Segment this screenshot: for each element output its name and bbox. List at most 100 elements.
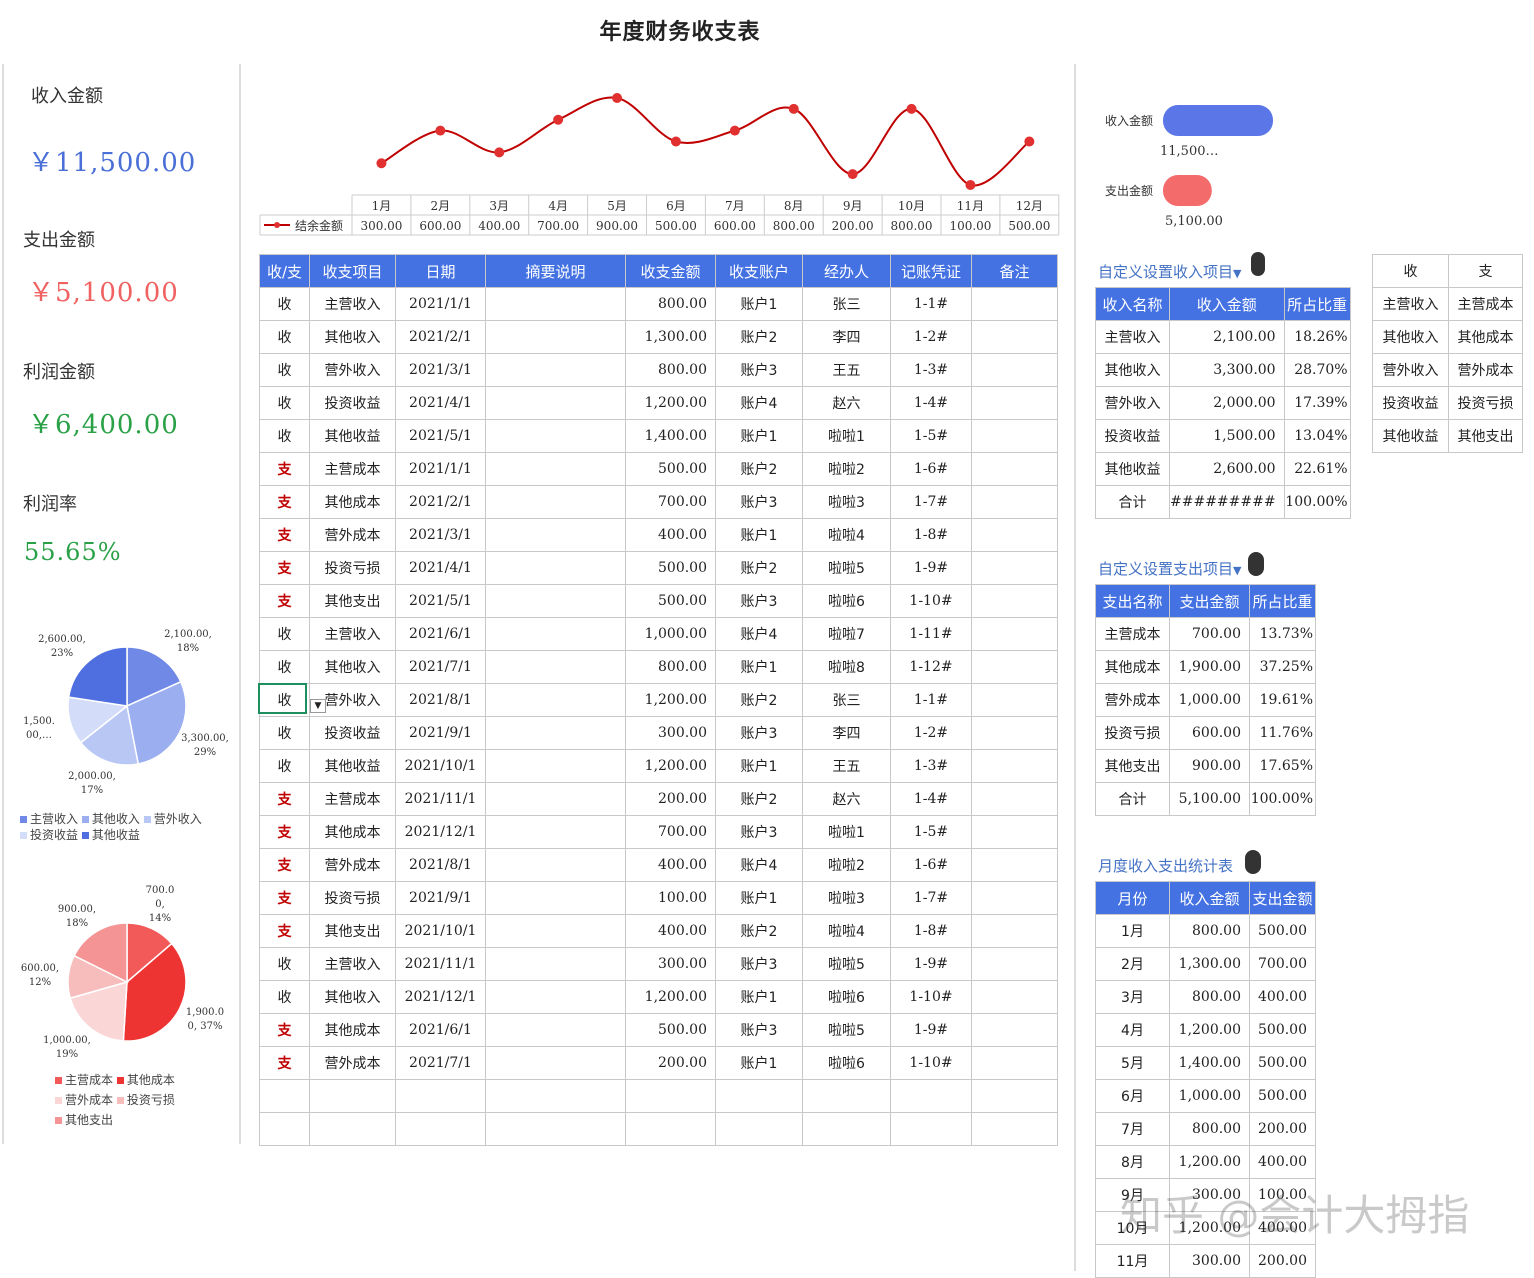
table-cell[interactable]: 800.00 xyxy=(625,353,716,387)
table-cell[interactable]: 账户1 xyxy=(715,980,803,1014)
table-cell[interactable]: 收 xyxy=(259,353,310,387)
table-cell[interactable]: 投资收益 xyxy=(309,716,396,750)
table-cell[interactable] xyxy=(971,881,1058,915)
table-cell[interactable]: 600.00 xyxy=(1169,716,1250,750)
balance-line-chart[interactable]: 1月 300.00 2月 600.00 3月 400.00 4月 700.00 5月 900.00… xyxy=(258,80,1063,240)
table-cell[interactable] xyxy=(259,1112,310,1146)
table-cell[interactable]: 王五 xyxy=(802,353,891,387)
table-cell[interactable] xyxy=(971,683,1058,717)
table-cell[interactable] xyxy=(485,716,626,750)
table-cell[interactable]: 1-8# xyxy=(890,914,972,948)
table-cell[interactable]: 1-5# xyxy=(890,815,972,849)
table-cell[interactable] xyxy=(971,518,1058,552)
table-cell[interactable] xyxy=(485,584,626,618)
table-cell[interactable] xyxy=(971,287,1058,321)
table-cell[interactable]: 2021/12/1 xyxy=(395,980,486,1014)
data-point[interactable] xyxy=(670,136,681,147)
bar[interactable] xyxy=(1163,175,1212,206)
pie-slice[interactable] xyxy=(67,646,128,707)
table-cell[interactable] xyxy=(485,815,626,849)
table-cell[interactable]: 赵六 xyxy=(802,782,891,816)
table-cell[interactable]: 700.00 xyxy=(1169,617,1250,651)
table-cell[interactable]: 其他收益 xyxy=(309,749,396,783)
table-cell[interactable] xyxy=(971,1013,1058,1047)
table-cell[interactable]: 其他成本 xyxy=(309,485,396,519)
table-cell[interactable] xyxy=(485,881,626,915)
table-cell[interactable]: 投资亏损 xyxy=(1448,386,1523,420)
table-cell[interactable]: 1-4# xyxy=(890,386,972,420)
table-cell[interactable]: 400.00 xyxy=(625,518,716,552)
table-cell[interactable] xyxy=(625,1112,716,1146)
table-cell[interactable] xyxy=(485,980,626,1014)
table-cell[interactable]: 营外收入 xyxy=(309,353,396,387)
table-cell[interactable]: 1,900.00 xyxy=(1169,650,1250,684)
table-cell[interactable]: 账户1 xyxy=(715,650,803,684)
table-cell[interactable]: 1-7# xyxy=(890,485,972,519)
filter-dropdown-icon[interactable]: ▼ xyxy=(1233,267,1241,280)
table-cell[interactable] xyxy=(485,485,626,519)
table-cell[interactable]: 2021/8/1 xyxy=(395,683,486,717)
table-cell[interactable]: 8月 xyxy=(1095,1145,1170,1179)
table-cell[interactable]: 2021/4/1 xyxy=(395,551,486,585)
table-cell[interactable]: 100.00% xyxy=(1283,485,1351,519)
column-header[interactable]: 月份 xyxy=(1095,881,1170,915)
data-point[interactable] xyxy=(376,158,387,169)
column-header[interactable]: 记账凭证 xyxy=(890,254,972,288)
table-cell[interactable]: 2021/5/1 xyxy=(395,584,486,618)
table-cell[interactable] xyxy=(971,617,1058,651)
table-cell[interactable] xyxy=(485,650,626,684)
column-header[interactable]: 支出金额 xyxy=(1249,881,1316,915)
table-cell[interactable]: 1-10# xyxy=(890,584,972,618)
table-cell[interactable]: 2021/7/1 xyxy=(395,1046,486,1080)
table-cell[interactable] xyxy=(971,1112,1058,1146)
table-cell[interactable]: 2021/2/1 xyxy=(395,485,486,519)
column-header[interactable]: 所占比重 xyxy=(1249,584,1316,618)
table-cell[interactable]: 账户4 xyxy=(715,617,803,651)
table-cell[interactable]: 200.00 xyxy=(625,1046,716,1080)
table-cell[interactable]: 1-9# xyxy=(890,1013,972,1047)
column-header[interactable]: 所占比重 xyxy=(1283,287,1351,321)
table-cell[interactable]: 合计 xyxy=(1095,782,1170,816)
table-cell[interactable]: 投资亏损 xyxy=(309,881,396,915)
data-point[interactable] xyxy=(847,169,858,180)
table-cell[interactable]: 账户3 xyxy=(715,1013,803,1047)
table-cell[interactable]: 啦啦3 xyxy=(802,485,891,519)
table-cell[interactable] xyxy=(971,1046,1058,1080)
table-cell[interactable]: 1-7# xyxy=(890,881,972,915)
table-cell[interactable]: 900.00 xyxy=(1169,749,1250,783)
table-cell[interactable] xyxy=(890,1079,972,1113)
table-cell[interactable]: 其他收入 xyxy=(1095,353,1170,387)
column-header[interactable]: 收入金额 xyxy=(1169,287,1285,321)
table-cell[interactable]: 1,200.00 xyxy=(625,980,716,1014)
column-header[interactable]: 收支项目 xyxy=(309,254,396,288)
table-cell[interactable]: 支 xyxy=(259,1013,310,1047)
table-cell[interactable]: 其他收益 xyxy=(1095,452,1170,486)
table-cell[interactable]: 2021/11/1 xyxy=(395,782,486,816)
table-cell[interactable]: 800.00 xyxy=(1169,1112,1250,1146)
table-cell[interactable]: 投资收益 xyxy=(1095,419,1170,453)
table-cell[interactable]: 2021/12/1 xyxy=(395,815,486,849)
table-cell[interactable]: 2021/2/1 xyxy=(395,320,486,354)
table-cell[interactable]: 账户3 xyxy=(715,815,803,849)
table-cell[interactable]: 其他收益 xyxy=(1372,419,1449,453)
table-cell[interactable]: 投资亏损 xyxy=(1095,716,1170,750)
table-cell[interactable]: 啦啦6 xyxy=(802,584,891,618)
table-cell[interactable]: 支 xyxy=(259,1046,310,1080)
table-cell[interactable]: 1-2# xyxy=(890,716,972,750)
table-cell[interactable]: 1-6# xyxy=(890,452,972,486)
table-cell[interactable]: 啦啦8 xyxy=(802,650,891,684)
table-cell[interactable]: 啦啦4 xyxy=(802,914,891,948)
table-cell[interactable] xyxy=(485,353,626,387)
table-cell[interactable] xyxy=(485,848,626,882)
table-cell[interactable] xyxy=(971,386,1058,420)
table-cell[interactable]: 2021/9/1 xyxy=(395,881,486,915)
table-cell[interactable] xyxy=(971,551,1058,585)
table-cell[interactable]: 700.00 xyxy=(625,485,716,519)
table-cell[interactable]: 13.73% xyxy=(1249,617,1316,651)
table-cell[interactable]: 张三 xyxy=(802,683,891,717)
table-cell[interactable]: 收 xyxy=(259,980,310,1014)
table-cell[interactable] xyxy=(485,452,626,486)
table-cell[interactable] xyxy=(485,782,626,816)
column-header[interactable]: 支出名称 xyxy=(1095,584,1170,618)
income-pie-chart[interactable]: 2,100.00, 18% 3,300.00, 29% 2,000.00, 17% 1,50… xyxy=(10,615,235,805)
